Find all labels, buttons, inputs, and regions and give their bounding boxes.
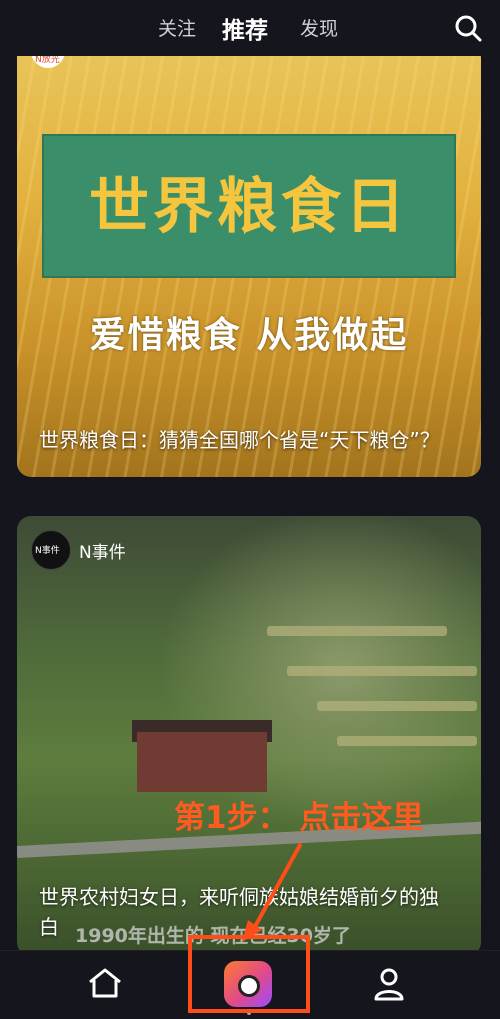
tab-recommend[interactable]: 推荐	[222, 11, 268, 45]
terrace	[267, 626, 447, 636]
highlight-box	[188, 935, 310, 1013]
step-annotation: 第1步： 点击这里	[174, 800, 424, 836]
search-icon[interactable]	[454, 14, 482, 42]
account-name[interactable]: N事件	[79, 538, 126, 563]
tab-follow[interactable]: 关注	[158, 14, 196, 41]
banner-title: 世界粮食日	[89, 172, 409, 242]
terrace	[337, 736, 477, 746]
feed-card[interactable]: N放光 世界粮食日 爱惜粮食 从我做起 世界粮食日：猜猜全国哪个省是“天下粮仓”…	[17, 44, 481, 477]
card-caption[interactable]: 世界粮食日：猜猜全国哪个省是“天下粮仓”？	[39, 425, 451, 455]
arrow-annotation	[242, 843, 302, 942]
banner-subtitle: 爱惜粮食 从我做起	[89, 315, 409, 356]
terrace	[287, 666, 477, 676]
top-bar: 关注 推荐 发现	[0, 0, 500, 56]
tab-discover[interactable]: 发现	[300, 14, 338, 41]
avatar-label: N事件	[35, 546, 60, 556]
profile-icon[interactable]	[370, 965, 408, 1003]
terrace	[317, 701, 477, 711]
banner: 世界粮食日	[42, 134, 456, 278]
home-icon[interactable]	[86, 967, 124, 999]
house	[137, 732, 267, 792]
avatar[interactable]: N事件	[31, 530, 71, 570]
